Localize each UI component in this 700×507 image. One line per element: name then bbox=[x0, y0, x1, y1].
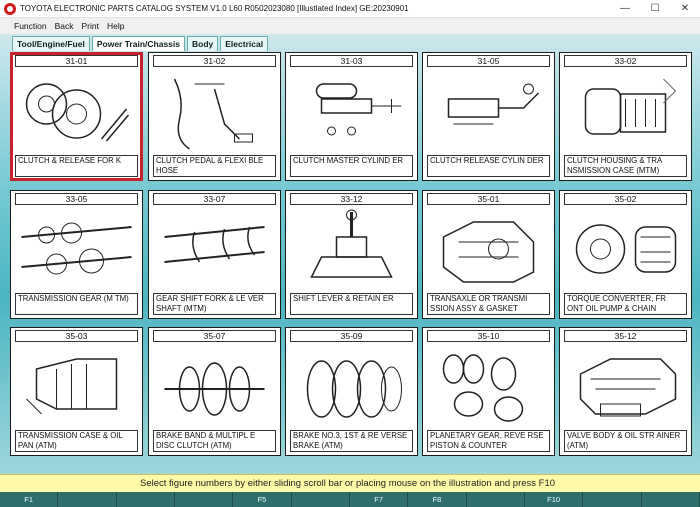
figure-card-33-02[interactable]: 33-02 CLUTCH HOUSING & TRA NSMISSION CASE… bbox=[559, 52, 692, 181]
figure-card-31-01[interactable]: 31-01 CLUTCH & RELEASE FOR K bbox=[10, 52, 143, 181]
figure-card-35-01[interactable]: 35-01 TRANSAXLE OR TRANSMI SSION ASSY & G… bbox=[422, 190, 555, 319]
fork-illustration-icon[interactable] bbox=[153, 207, 276, 291]
figure-code: 35-07 bbox=[153, 330, 276, 342]
fkey-blank bbox=[467, 492, 525, 507]
tab-body[interactable]: Body bbox=[187, 36, 219, 51]
figure-label: BRAKE NO.3, 1ST & RE VERSE BRAKE (ATM) bbox=[290, 430, 413, 452]
figure-code: 31-03 bbox=[290, 55, 413, 67]
catalog-area: Tool/Engine/Fuel Power Train/Chassis Bod… bbox=[0, 34, 700, 474]
figure-card-35-10[interactable]: 35-10 PLANETARY GEAR, REVE RSE PISTON & C… bbox=[422, 327, 555, 456]
valve-illustration-icon[interactable] bbox=[564, 344, 687, 428]
transaxle-illustration-icon[interactable] bbox=[427, 207, 550, 291]
figure-label: TRANSMISSION GEAR (M TM) bbox=[15, 293, 138, 315]
figure-code: 35-10 bbox=[427, 330, 550, 342]
figure-label: TORQUE CONVERTER, FR ONT OIL PUMP & CHAI… bbox=[564, 293, 687, 315]
brake-illustration-icon[interactable] bbox=[290, 344, 413, 428]
release-illustration-icon[interactable] bbox=[427, 69, 550, 153]
figure-code: 31-05 bbox=[427, 55, 550, 67]
menu-function[interactable]: Function bbox=[14, 21, 47, 31]
figure-label: CLUTCH PEDAL & FLEXI BLE HOSE bbox=[153, 155, 276, 177]
close-button[interactable]: ✕ bbox=[670, 0, 700, 18]
status-bar: Select figure numbers by either sliding … bbox=[0, 474, 700, 492]
fkey-blank bbox=[58, 492, 117, 507]
figure-code: 35-12 bbox=[564, 330, 687, 342]
menu-help[interactable]: Help bbox=[107, 21, 124, 31]
figure-card-35-09[interactable]: 35-09 BRAKE NO.3, 1ST & RE VERSE BRAKE (A… bbox=[285, 327, 418, 456]
fkey-f5[interactable]: F5 bbox=[233, 492, 292, 507]
toyota-logo-icon bbox=[4, 2, 16, 15]
figure-code: 35-01 bbox=[427, 193, 550, 205]
figure-card-35-03[interactable]: 35-03 TRANSMISSION CASE & OIL PAN (ATM) bbox=[10, 327, 143, 456]
fkey-f10[interactable]: F10 bbox=[525, 492, 584, 507]
figure-card-35-02[interactable]: 35-02 TORQUE CONVERTER, FR ONT OIL PUMP &… bbox=[559, 190, 692, 319]
function-key-bar: F1 F5 F7 F8 F10 bbox=[0, 492, 700, 507]
fkey-f1[interactable]: F1 bbox=[0, 492, 59, 507]
fkey-f7[interactable]: F7 bbox=[350, 492, 409, 507]
figure-code: 33-02 bbox=[564, 55, 687, 67]
pedal-illustration-icon[interactable] bbox=[153, 69, 276, 153]
figure-code: 35-03 bbox=[15, 330, 138, 342]
figure-label: CLUTCH RELEASE CYLIN DER bbox=[427, 155, 550, 177]
lever-illustration-icon[interactable] bbox=[290, 207, 413, 291]
figure-code: 31-01 bbox=[15, 55, 138, 67]
fkey-blank bbox=[117, 492, 175, 507]
figure-card-31-03[interactable]: 31-03 CLUTCH MASTER CYLIND ER bbox=[285, 52, 418, 181]
figure-label: CLUTCH & RELEASE FOR K bbox=[15, 155, 138, 177]
figure-label: TRANSMISSION CASE & OIL PAN (ATM) bbox=[15, 430, 138, 452]
torque-illustration-icon[interactable] bbox=[564, 207, 687, 291]
figure-label: VALVE BODY & OIL STR AINER (ATM) bbox=[564, 430, 687, 452]
figure-code: 35-09 bbox=[290, 330, 413, 342]
housing-illustration-icon[interactable] bbox=[564, 69, 687, 153]
figure-card-33-05[interactable]: 33-05 TRANSMISSION GEAR (M TM) bbox=[10, 190, 143, 319]
tab-power-train-chassis[interactable]: Power Train/Chassis bbox=[91, 36, 185, 51]
band-illustration-icon[interactable] bbox=[153, 344, 276, 428]
menu-print[interactable]: Print bbox=[82, 21, 99, 31]
figure-card-31-02[interactable]: 31-02 CLUTCH PEDAL & FLEXI BLE HOSE bbox=[148, 52, 281, 181]
figure-code: 33-07 bbox=[153, 193, 276, 205]
tab-tool-engine-fuel[interactable]: Tool/Engine/Fuel bbox=[12, 36, 90, 51]
fkey-blank bbox=[175, 492, 234, 507]
clutch-illustration-icon[interactable] bbox=[15, 69, 138, 153]
figure-code: 33-05 bbox=[15, 193, 138, 205]
figure-label: SHIFT LEVER & RETAIN ER bbox=[290, 293, 413, 315]
fkey-blank bbox=[642, 492, 700, 507]
gears-illustration-icon[interactable] bbox=[15, 207, 138, 291]
figure-card-35-12[interactable]: 35-12 VALVE BODY & OIL STR AINER (ATM) bbox=[559, 327, 692, 456]
title-bar: TOYOTA ELECTRONIC PARTS CATALOG SYSTEM V… bbox=[0, 0, 700, 18]
fkey-blank bbox=[292, 492, 350, 507]
maximize-button[interactable]: ☐ bbox=[640, 0, 670, 18]
figure-code: 35-02 bbox=[564, 193, 687, 205]
figure-label: TRANSAXLE OR TRANSMI SSION ASSY & GASKET bbox=[427, 293, 550, 315]
minimize-button[interactable]: — bbox=[610, 0, 640, 18]
figure-label: CLUTCH HOUSING & TRA NSMISSION CASE (MTM… bbox=[564, 155, 687, 177]
figure-code: 33-12 bbox=[290, 193, 413, 205]
case-illustration-icon[interactable] bbox=[15, 344, 138, 428]
figure-card-33-07[interactable]: 33-07 GEAR SHIFT FORK & LE VER SHAFT (MTM… bbox=[148, 190, 281, 319]
figure-label: CLUTCH MASTER CYLIND ER bbox=[290, 155, 413, 177]
planetary-illustration-icon[interactable] bbox=[427, 344, 550, 428]
figure-card-31-05[interactable]: 31-05 CLUTCH RELEASE CYLIN DER bbox=[422, 52, 555, 181]
figure-label: BRAKE BAND & MULTIPL E DISC CLUTCH (ATM) bbox=[153, 430, 276, 452]
figure-label: GEAR SHIFT FORK & LE VER SHAFT (MTM) bbox=[153, 293, 276, 315]
figure-label: PLANETARY GEAR, REVE RSE PISTON & COUNTE… bbox=[427, 430, 550, 452]
figure-card-33-12[interactable]: 33-12 SHIFT LEVER & RETAIN ER bbox=[285, 190, 418, 319]
fkey-blank bbox=[583, 492, 642, 507]
fkey-f8[interactable]: F8 bbox=[408, 492, 467, 507]
figure-code: 31-02 bbox=[153, 55, 276, 67]
menu-back[interactable]: Back bbox=[55, 21, 74, 31]
menu-bar: Function Back Print Help bbox=[0, 18, 700, 34]
category-tabs: Tool/Engine/Fuel Power Train/Chassis Bod… bbox=[12, 36, 270, 52]
master-illustration-icon[interactable] bbox=[290, 69, 413, 153]
figure-card-35-07[interactable]: 35-07 BRAKE BAND & MULTIPL E DISC CLUTCH … bbox=[148, 327, 281, 456]
tab-electrical[interactable]: Electrical bbox=[220, 36, 269, 51]
window-title: TOYOTA ELECTRONIC PARTS CATALOG SYSTEM V… bbox=[20, 4, 409, 13]
